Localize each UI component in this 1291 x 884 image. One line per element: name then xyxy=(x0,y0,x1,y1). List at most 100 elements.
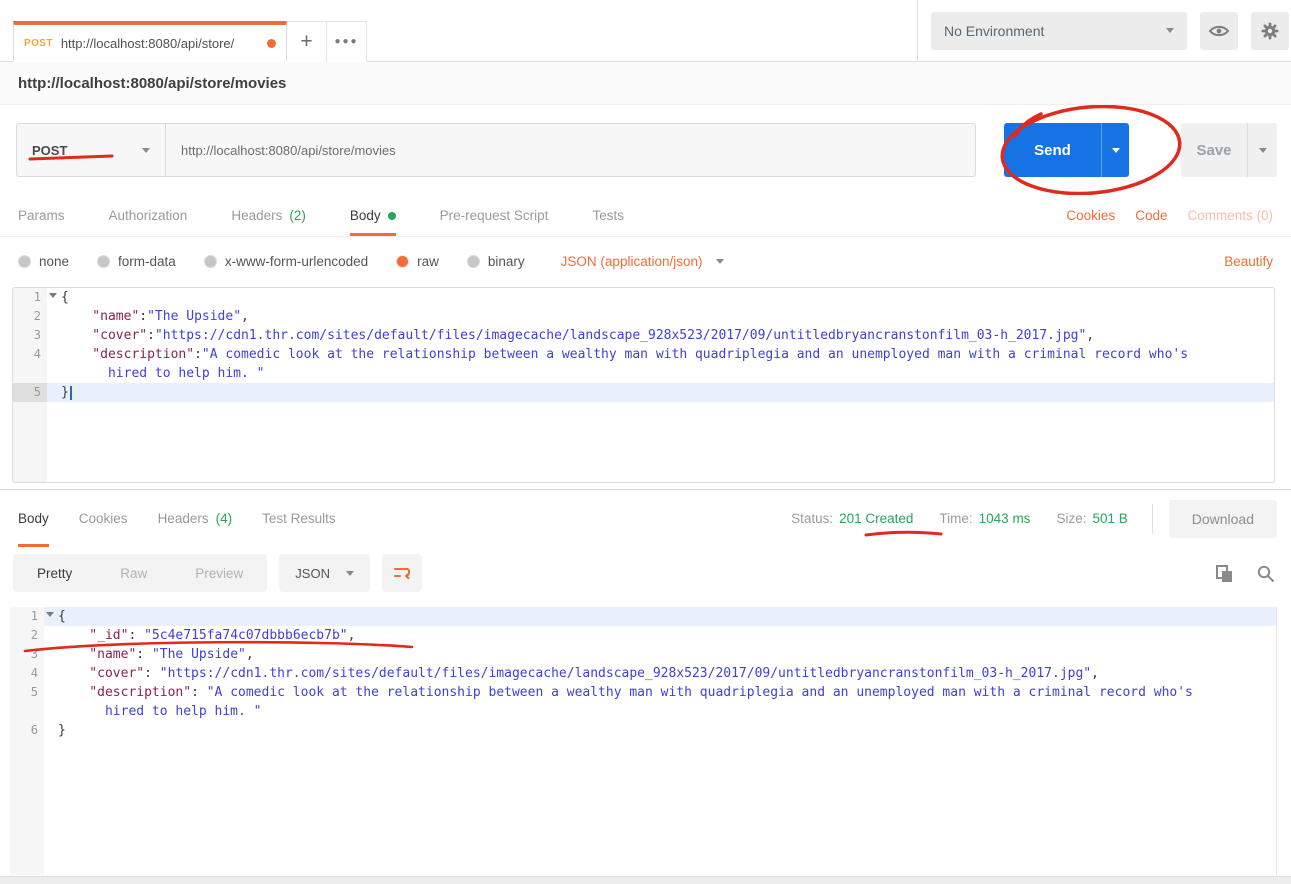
line-number: 2 xyxy=(10,626,44,645)
save-button[interactable]: Save xyxy=(1181,123,1277,177)
request-tabs-row: Params Authorization Headers (2) Body Pr… xyxy=(0,195,1291,237)
wrap-lines-icon xyxy=(392,565,412,581)
wrap-lines-button[interactable] xyxy=(382,554,422,592)
download-button-label: Download xyxy=(1192,511,1254,527)
body-type-none-label: none xyxy=(39,254,69,269)
tab-authorization[interactable]: Authorization xyxy=(109,195,188,236)
code-line: 6 } xyxy=(10,721,1276,740)
code-text: } xyxy=(61,385,69,400)
json-value: "The Upside" xyxy=(152,647,246,662)
comments-link[interactable]: Comments (0) xyxy=(1187,208,1273,223)
settings-button[interactable] xyxy=(1251,12,1289,50)
tab-headers-label: Headers xyxy=(231,208,282,223)
environment-selector[interactable]: No Environment xyxy=(931,12,1187,50)
response-tab-test-results[interactable]: Test Results xyxy=(262,490,336,547)
line-number: 3 xyxy=(10,645,44,664)
code-line-active: 5 } xyxy=(13,383,1274,402)
code-text: { xyxy=(47,288,1274,307)
send-button-label[interactable]: Send xyxy=(1004,123,1101,177)
eye-icon xyxy=(1208,23,1230,39)
response-tab-cookies[interactable]: Cookies xyxy=(79,490,128,547)
response-tab-test-results-label: Test Results xyxy=(262,511,336,526)
body-type-binary[interactable]: binary xyxy=(467,254,525,269)
fold-caret-icon[interactable] xyxy=(46,612,54,617)
environment-area: No Environment xyxy=(917,0,1291,61)
view-preview-button[interactable]: Preview xyxy=(171,566,267,581)
gear-icon xyxy=(1260,21,1280,41)
code-line: 2 "_id": "5c4e715fa74c07dbbb6ecb7b", xyxy=(10,626,1276,645)
status-badge: 201 Created xyxy=(839,511,913,526)
body-has-content-dot-icon xyxy=(388,212,396,220)
new-tab-button[interactable]: + xyxy=(286,21,327,62)
content-type-selector[interactable]: JSON (application/json) xyxy=(561,254,725,269)
json-colon: : xyxy=(136,647,152,662)
line-number: 1 xyxy=(13,288,47,307)
tab-params[interactable]: Params xyxy=(18,195,65,236)
save-button-label[interactable]: Save xyxy=(1181,123,1247,177)
body-type-form-data[interactable]: form-data xyxy=(97,254,176,269)
tab-tests[interactable]: Tests xyxy=(592,195,624,236)
json-value: "A comedic look at the relationship betw… xyxy=(202,347,1188,362)
environment-selector-label: No Environment xyxy=(944,23,1044,39)
cookies-link[interactable]: Cookies xyxy=(1066,208,1115,223)
search-icon[interactable] xyxy=(1256,564,1275,583)
json-value-id: "5c4e715fa74c07dbbb6ecb7b" xyxy=(144,628,348,643)
active-request-tab[interactable]: POST http://localhost:8080/api/store/ xyxy=(13,21,287,62)
response-body-editor[interactable]: 1 { 2 "_id": "5c4e715fa74c07dbbb6ecb7b",… xyxy=(10,607,1277,875)
tab-params-label: Params xyxy=(18,208,65,223)
download-button[interactable]: Download xyxy=(1169,500,1277,538)
code-line: 4 "description":"A comedic look at the r… xyxy=(13,345,1274,364)
response-tabs: Body Cookies Headers (4) Test Results xyxy=(18,490,336,547)
request-body-editor[interactable]: 1 { 2 "name":"The Upside", 3 "cover":"ht… xyxy=(12,287,1275,483)
top-bar: POST http://localhost:8080/api/store/ + … xyxy=(0,0,1291,62)
time-value: 1043 ms xyxy=(979,511,1031,526)
view-pretty-button[interactable]: Pretty xyxy=(13,566,96,581)
response-format-label: JSON xyxy=(295,566,330,581)
json-colon: : xyxy=(194,347,202,362)
beautify-link[interactable]: Beautify xyxy=(1224,254,1273,269)
body-type-urlencoded[interactable]: x-www-form-urlencoded xyxy=(204,254,368,269)
response-toolbar: Pretty Raw Preview JSON xyxy=(0,547,1291,599)
view-raw-button[interactable]: Raw xyxy=(96,566,171,581)
body-type-row: none form-data x-www-form-urlencoded raw… xyxy=(0,237,1291,285)
chevron-down-icon xyxy=(1112,148,1120,153)
request-quick-links: Cookies Code Comments (0) xyxy=(1066,195,1273,236)
status-label: Status: xyxy=(791,511,833,526)
body-type-raw-label: raw xyxy=(417,254,439,269)
send-options-caret[interactable] xyxy=(1101,123,1129,177)
content-type-label: JSON (application/json) xyxy=(561,254,703,269)
code-link[interactable]: Code xyxy=(1135,208,1167,223)
json-colon: : xyxy=(144,666,160,681)
code-line-active: 1 { xyxy=(10,607,1276,626)
request-url-input[interactable]: http://localhost:8080/api/store/movies xyxy=(166,123,976,177)
code-line: 4 "cover": "https://cdn1.thr.com/sites/d… xyxy=(10,664,1276,683)
send-button[interactable]: Send xyxy=(1004,123,1129,177)
response-tab-body[interactable]: Body xyxy=(18,490,49,547)
body-type-raw[interactable]: raw xyxy=(396,254,439,269)
line-number: 5 xyxy=(13,383,47,402)
request-tab-strip: POST http://localhost:8080/api/store/ + … xyxy=(0,0,917,61)
tab-pre-request-label: Pre-request Script xyxy=(440,208,549,223)
horizontal-scrollbar[interactable] xyxy=(0,876,1291,884)
body-type-none[interactable]: none xyxy=(18,254,69,269)
copy-icon[interactable] xyxy=(1215,564,1234,583)
save-options-caret[interactable] xyxy=(1247,123,1277,177)
request-breadcrumb-row: http://localhost:8080/api/store/movies xyxy=(0,62,1291,105)
response-tab-headers[interactable]: Headers (4) xyxy=(158,490,233,547)
json-colon: : xyxy=(147,328,155,343)
tab-body[interactable]: Body xyxy=(350,195,396,236)
body-type-binary-label: binary xyxy=(488,254,525,269)
tab-title: http://localhost:8080/api/store/ xyxy=(61,36,259,51)
size-stat: Size: 501 B xyxy=(1056,511,1127,526)
json-value: "A comedic look at the relationship betw… xyxy=(207,685,1193,700)
fold-caret-icon[interactable] xyxy=(49,293,57,298)
tab-options-button[interactable]: ●●● xyxy=(326,21,367,62)
code-text: } xyxy=(44,721,1276,740)
json-key: "description" xyxy=(61,347,194,362)
environment-quick-look-button[interactable] xyxy=(1200,12,1238,50)
tab-pre-request-script[interactable]: Pre-request Script xyxy=(440,195,549,236)
response-format-selector[interactable]: JSON xyxy=(279,554,370,592)
tab-headers[interactable]: Headers (2) xyxy=(231,195,306,236)
response-meta-row: Body Cookies Headers (4) Test Results St… xyxy=(0,490,1291,547)
http-method-selector[interactable]: POST xyxy=(16,123,166,177)
